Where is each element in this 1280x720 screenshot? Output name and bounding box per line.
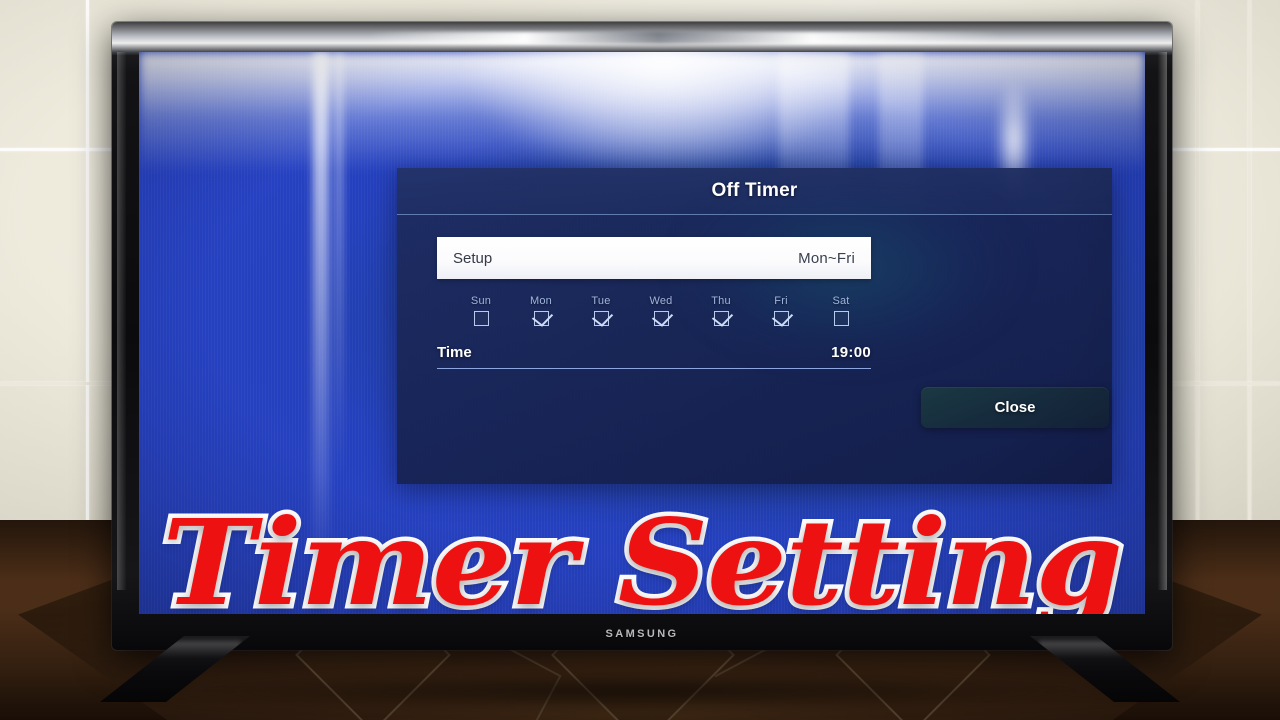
day-wed[interactable]: Wed [631, 295, 691, 326]
day-label: Sun [470, 295, 492, 307]
day-label: Sat [832, 295, 850, 307]
setup-label: Setup [453, 249, 493, 267]
dialog-body: Setup Mon~Fri Sun Mon Tue Wed Thu Fri Sa… [397, 215, 1112, 369]
tv-drop-shadow [120, 668, 1160, 714]
setup-value: Mon~Fri [798, 249, 855, 267]
screenshot-scene: Off Timer Setup Mon~Fri Sun Mon Tue Wed … [0, 0, 1280, 720]
day-fri[interactable]: Fri [751, 295, 811, 326]
screen-glare-streak [313, 52, 329, 572]
weekday-checkbox-group: Sun Mon Tue Wed Thu Fri Sat [451, 295, 871, 326]
video-caption-overlay: Timer Setting [157, 493, 1127, 614]
time-value: 19:00 [831, 344, 871, 361]
dialog-title-bar: Off Timer [397, 168, 1112, 215]
day-label: Wed [649, 295, 673, 307]
day-thu[interactable]: Thu [691, 295, 751, 326]
close-button[interactable]: Close [921, 387, 1109, 428]
time-row[interactable]: Time 19:00 [437, 344, 871, 369]
day-label: Thu [711, 295, 731, 307]
checkbox-thu[interactable] [713, 311, 729, 326]
brand-logo: SAMSUNG [605, 628, 679, 640]
day-sat[interactable]: Sat [811, 295, 871, 326]
screen-glare-streak [335, 52, 343, 482]
checkbox-fri[interactable] [773, 311, 789, 326]
checkbox-mon[interactable] [533, 311, 549, 326]
checkbox-sat[interactable] [833, 311, 849, 326]
off-timer-dialog: Off Timer Setup Mon~Fri Sun Mon Tue Wed … [397, 168, 1112, 484]
time-label: Time [437, 344, 472, 361]
bezel-right-reflection [1158, 52, 1167, 590]
day-mon[interactable]: Mon [511, 295, 571, 326]
checkbox-sun[interactable] [473, 311, 489, 326]
bezel-top-reflection [112, 22, 1172, 56]
tv-screen: Off Timer Setup Mon~Fri Sun Mon Tue Wed … [139, 52, 1145, 614]
day-label: Tue [591, 295, 611, 307]
day-tue[interactable]: Tue [571, 295, 631, 326]
page-title: Off Timer [711, 180, 798, 201]
day-sun[interactable]: Sun [451, 295, 511, 326]
bezel-left-reflection [117, 52, 126, 590]
checkbox-tue[interactable] [593, 311, 609, 326]
day-label: Fri [774, 295, 788, 307]
checkbox-wed[interactable] [653, 311, 669, 326]
setup-row[interactable]: Setup Mon~Fri [437, 237, 871, 279]
day-label: Mon [530, 295, 552, 307]
television-set: Off Timer Setup Mon~Fri Sun Mon Tue Wed … [112, 22, 1172, 650]
